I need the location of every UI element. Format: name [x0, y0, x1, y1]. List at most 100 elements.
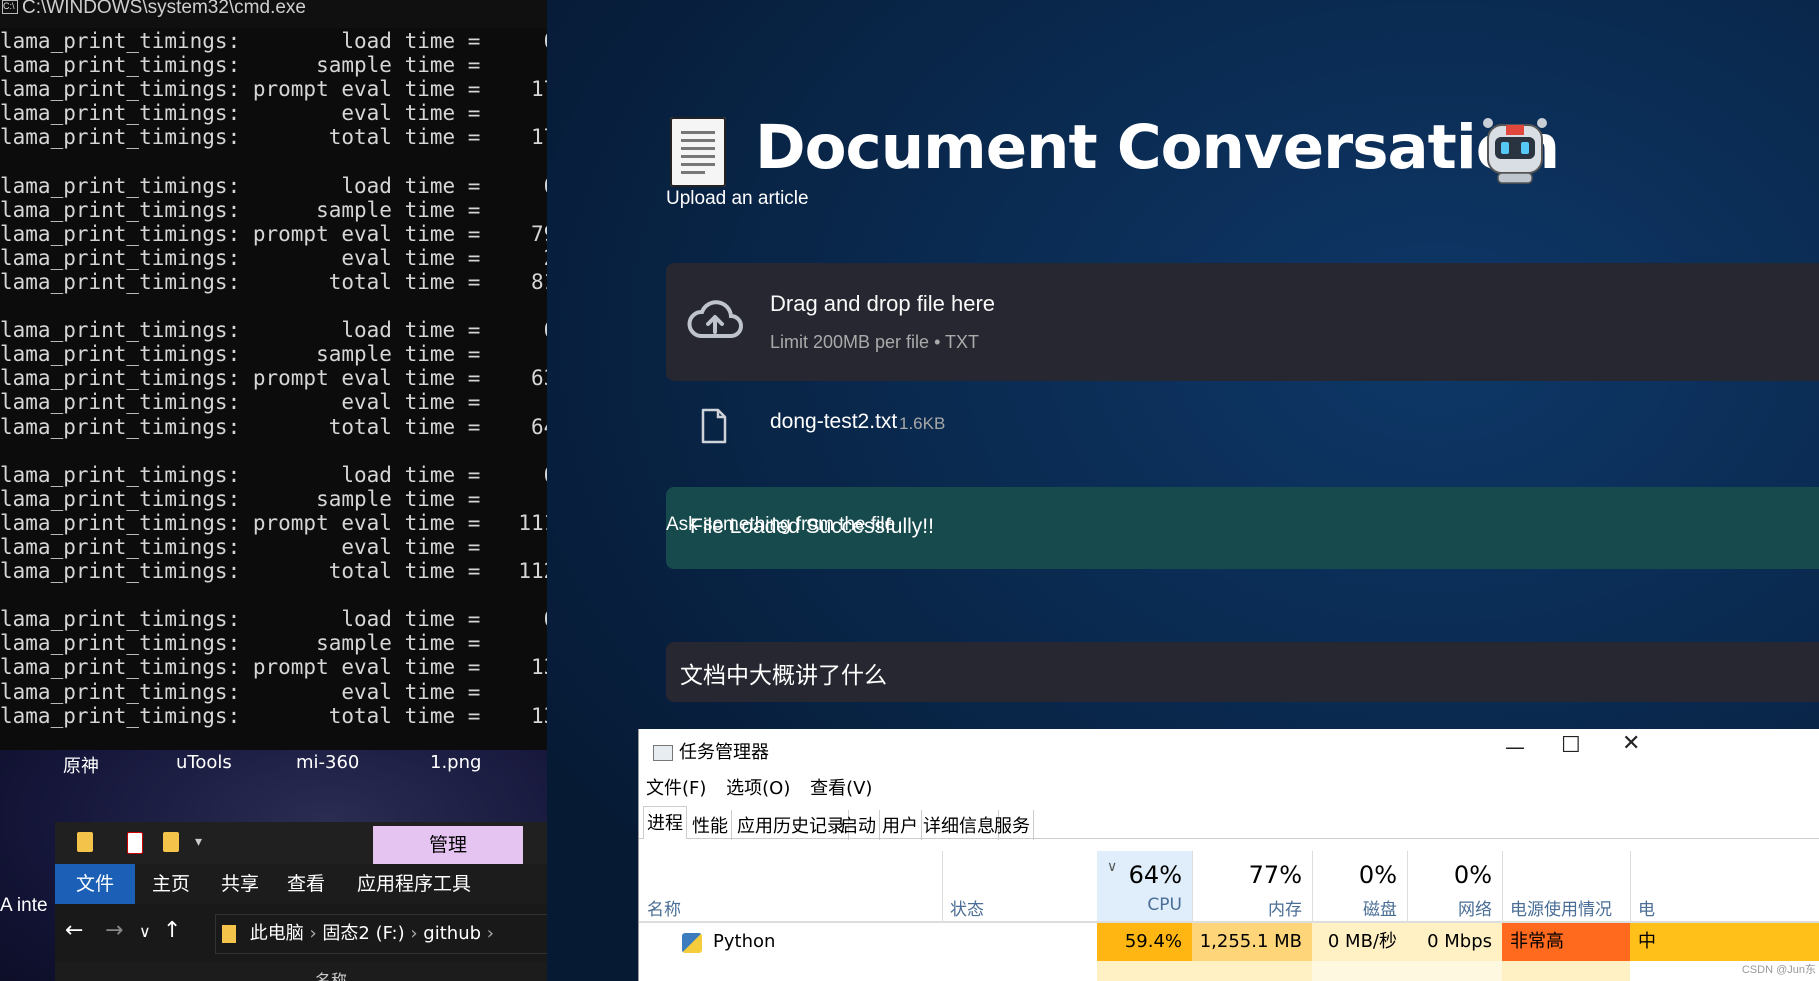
chevron-down-icon[interactable]: ▾: [195, 834, 202, 850]
desktop-partial-label: A inte: [0, 895, 48, 916]
folder-icon[interactable]: [77, 832, 93, 852]
cmd-window[interactable]: C:\ C:\WINDOWS\system32\cmd.exe lama_prin…: [0, 0, 547, 750]
tab-details[interactable]: 详细信息: [920, 810, 999, 840]
cmd-title: C:\WINDOWS\system32\cmd.exe: [22, 0, 306, 18]
task-manager-titlebar[interactable]: 任务管理器: [653, 738, 769, 764]
new-folder-icon[interactable]: [163, 832, 179, 852]
dropzone-limit: Limit 200MB per file • TXT: [770, 332, 980, 352]
properties-icon[interactable]: [127, 832, 143, 854]
power-cell: 非常高: [1502, 923, 1630, 961]
terminal-line: lama_print_timings: total time = 11223: [0, 559, 547, 584]
sort-chevron-icon: ∨: [1107, 859, 1118, 875]
terminal-output: lama_print_timings: load time = 668 lama_…: [0, 29, 547, 728]
tab-processes[interactable]: 进程: [643, 806, 687, 839]
column-power-trend[interactable]: 电: [1630, 851, 1819, 921]
column-network-label: 网络: [1458, 900, 1492, 920]
terminal-line: lama_print_timings: sample time = 0: [0, 53, 547, 78]
desktop-icon-label[interactable]: 原神: [63, 752, 99, 778]
tab-users[interactable]: 用户: [879, 810, 922, 840]
column-status-label: 状态: [950, 900, 984, 920]
page-title: Document Conversation: [755, 112, 1560, 183]
breadcrumb-separator-icon: ›: [309, 923, 323, 944]
column-header-name[interactable]: 名称: [315, 967, 347, 981]
process-table-header: 名称 状态 ∨ 64% CPU 77% 内存 0% 磁盘 0% 网络 电源使用情…: [639, 851, 1819, 923]
column-cpu[interactable]: ∨ 64% CPU: [1097, 851, 1193, 921]
terminal-line: lama_print_timings: sample time = 0: [0, 197, 547, 222]
tab-startup[interactable]: 启动: [837, 810, 880, 840]
process-name: Python: [713, 931, 776, 952]
terminal-icon: C:\: [2, 0, 18, 14]
forward-arrow-icon[interactable]: →: [105, 918, 123, 943]
column-power[interactable]: 电源使用情况: [1502, 851, 1631, 921]
power-trend-cell: 中: [1630, 923, 1819, 961]
menu-file[interactable]: 文件(F): [646, 778, 706, 799]
up-arrow-icon[interactable]: ↑: [163, 918, 181, 943]
terminal-line: lama_print_timings: eval time = 0: [0, 390, 547, 415]
desktop-icon-label[interactable]: mi-360: [296, 752, 359, 773]
dropzone-instructions: Drag and drop file here: [770, 291, 996, 316]
menu-options[interactable]: 选项(O): [726, 778, 790, 799]
breadcrumb-item[interactable]: github: [423, 923, 481, 944]
file-explorer-window[interactable]: ▾ 管理 文件 主页 共享 查看 应用程序工具 ← → ∨ ↑ 此电脑 › 固态…: [55, 822, 547, 981]
menu-bar: 文件(F) 选项(O) 查看(V): [646, 774, 886, 800]
terminal-line: lama_print_timings: eval time = 0: [0, 534, 547, 559]
tab-performance[interactable]: 性能: [689, 810, 732, 840]
terminal-line: lama_print_timings: load time = 668: [0, 318, 547, 343]
terminal-line: lama_print_timings: total time = 1389: [0, 703, 547, 728]
disk-total: 0%: [1358, 861, 1397, 889]
manage-tab[interactable]: 管理: [373, 826, 523, 864]
column-disk[interactable]: 0% 磁盘: [1312, 851, 1408, 921]
column-network[interactable]: 0% 网络: [1407, 851, 1503, 921]
question-input-value[interactable]: 文档中大概讲了什么: [680, 656, 887, 690]
terminal-line: lama_print_timings: sample time = 0: [0, 342, 547, 367]
cpu-cell: 59.4%: [1097, 923, 1192, 961]
terminal-line: lama_print_timings: prompt eval time = 1…: [0, 655, 547, 680]
table-row[interactable]: Python 59.4% 1,255.1 MB 0 MB/秒 0 Mbps 非常…: [639, 923, 1819, 961]
cmd-titlebar[interactable]: C:\ C:\WINDOWS\system32\cmd.exe: [0, 0, 547, 28]
terminal-line: lama_print_timings: load time = 668: [0, 462, 547, 487]
tab-home[interactable]: 主页: [135, 864, 207, 904]
tab-view[interactable]: 查看: [273, 864, 339, 904]
network-total: 0%: [1453, 861, 1492, 889]
python-icon: [682, 933, 702, 953]
quick-access-toolbar: ▾ 管理: [55, 822, 547, 864]
cloud-upload-icon: [687, 300, 743, 338]
column-name[interactable]: 名称: [639, 851, 943, 921]
recent-chevron-icon[interactable]: ∨: [139, 922, 151, 941]
close-icon[interactable]: ✕: [1622, 731, 1640, 756]
column-cpu-label: CPU: [1147, 895, 1182, 915]
terminal-line: lama_print_timings: total time = 1730: [0, 125, 547, 150]
column-disk-label: 磁盘: [1363, 900, 1397, 920]
task-manager-window[interactable]: 任务管理器 — ☐ ✕ 文件(F) 选项(O) 查看(V) 进程 性能 应用历史…: [638, 729, 1819, 981]
address-bar[interactable]: 此电脑 › 固态2 (F:) › github ›: [215, 914, 547, 954]
column-status[interactable]: 状态: [942, 851, 1098, 921]
terminal-line: lama_print_timings: total time = 8153: [0, 269, 547, 294]
table-row[interactable]: [639, 961, 1819, 981]
tab-services[interactable]: 服务: [991, 810, 1034, 840]
terminal-line: lama_print_timings: load time = 668: [0, 29, 547, 53]
file-dropzone[interactable]: Drag and drop file here Limit 200MB per …: [666, 263, 1819, 381]
tab-file[interactable]: 文件: [55, 864, 135, 904]
desktop-icon-label[interactable]: 1.png: [430, 752, 481, 773]
column-memory[interactable]: 77% 内存: [1192, 851, 1313, 921]
question-input[interactable]: 文档中大概讲了什么: [666, 642, 1819, 702]
tab-app-history[interactable]: 应用历史记录: [734, 810, 849, 840]
minimize-icon[interactable]: —: [1505, 735, 1525, 759]
tab-share[interactable]: 共享: [207, 864, 273, 904]
back-arrow-icon[interactable]: ←: [65, 918, 83, 943]
menu-view[interactable]: 查看(V): [810, 778, 872, 799]
terminal-line: lama_print_timings: prompt eval time = 1…: [0, 77, 547, 102]
maximize-icon[interactable]: ☐: [1561, 733, 1581, 758]
terminal-line: lama_print_timings: eval time = 0: [0, 679, 547, 704]
breadcrumb-item[interactable]: 此电脑: [250, 923, 304, 944]
file-name: dong-test2.txt: [770, 410, 898, 433]
window-title: 任务管理器: [679, 742, 769, 763]
terminal-line: lama_print_timings: prompt eval time = 6…: [0, 366, 547, 391]
tab-app-tools[interactable]: 应用程序工具: [339, 864, 489, 904]
terminal-line: lama_print_timings: eval time = 219: [0, 245, 547, 270]
desktop-icon-label[interactable]: uTools: [176, 752, 232, 773]
file-icon: [701, 408, 727, 444]
breadcrumb-item[interactable]: 固态2 (F:): [322, 923, 404, 944]
